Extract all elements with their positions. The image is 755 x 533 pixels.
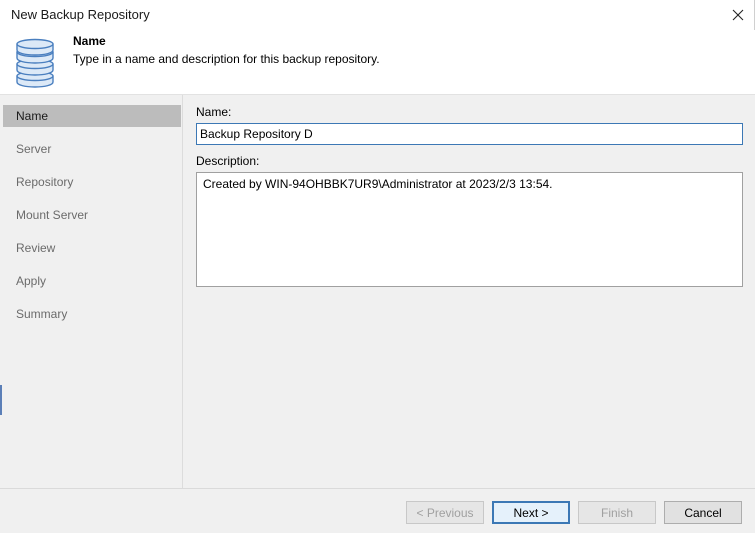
close-icon <box>732 9 744 21</box>
finish-button[interactable]: Finish <box>578 501 656 524</box>
step-review[interactable]: Review <box>3 237 181 259</box>
window-title: New Backup Repository <box>11 7 150 22</box>
name-label: Name: <box>196 105 232 119</box>
step-apply[interactable]: Apply <box>3 270 181 292</box>
previous-button[interactable]: < Previous <box>406 501 484 524</box>
close-button[interactable] <box>721 0 755 30</box>
new-backup-repository-dialog: New Backup Repository Name Type in a nam… <box>0 0 755 533</box>
cancel-button[interactable]: Cancel <box>664 501 742 524</box>
wizard-header: Name Type in a name and description for … <box>0 30 755 94</box>
description-textarea[interactable]: Created by WIN-94OHBBK7UR9\Administrator… <box>196 172 743 287</box>
wizard-content: Name: Description: Created by WIN-94OHBB… <box>183 95 755 489</box>
wizard-body: Name Server Repository Mount Server Revi… <box>0 94 755 489</box>
database-icon <box>16 38 54 88</box>
step-name[interactable]: Name <box>3 105 181 127</box>
page-description: Type in a name and description for this … <box>73 52 380 66</box>
name-input[interactable] <box>196 123 743 145</box>
wizard-steps-sidebar: Name Server Repository Mount Server Revi… <box>3 95 183 489</box>
step-server[interactable]: Server <box>3 138 181 160</box>
page-title: Name <box>73 34 106 48</box>
wizard-footer: < Previous Next > Finish Cancel <box>0 488 755 533</box>
step-mount-server[interactable]: Mount Server <box>3 204 181 226</box>
left-edge-accent <box>0 385 2 415</box>
title-bar: New Backup Repository <box>0 0 755 30</box>
step-repository[interactable]: Repository <box>3 171 181 193</box>
description-label: Description: <box>196 154 260 168</box>
step-summary[interactable]: Summary <box>3 303 181 325</box>
next-button[interactable]: Next > <box>492 501 570 524</box>
